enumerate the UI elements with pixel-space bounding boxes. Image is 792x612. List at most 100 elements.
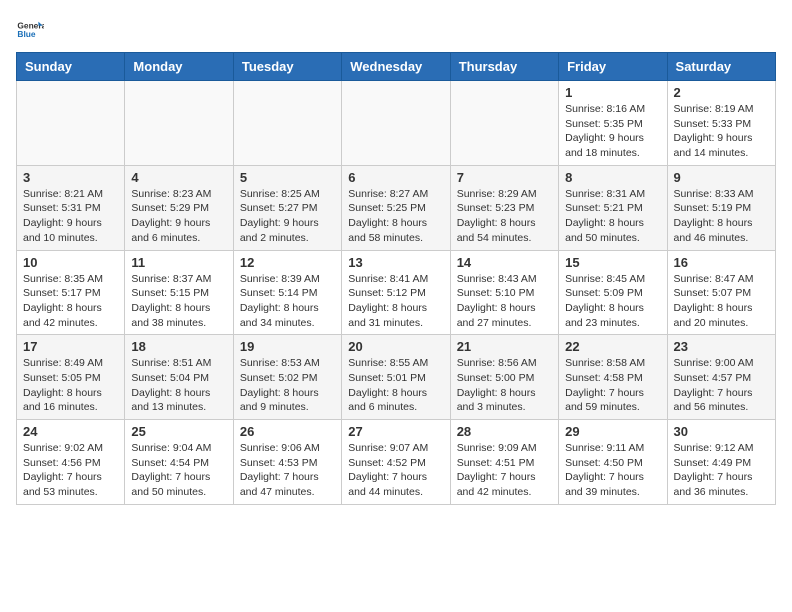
calendar-cell: 23Sunrise: 9:00 AM Sunset: 4:57 PM Dayli… <box>667 335 775 420</box>
calendar-table: SundayMondayTuesdayWednesdayThursdayFrid… <box>16 52 776 505</box>
day-info: Sunrise: 9:12 AM Sunset: 4:49 PM Dayligh… <box>674 441 769 500</box>
day-header-sunday: Sunday <box>17 53 125 81</box>
calendar-week-row: 10 Sunrise: 8:35 AM Sunset: 5:17 PM Dayli… <box>17 250 776 335</box>
calendar-cell: 8Sunrise: 8:31 AM Sunset: 5:21 PM Daylig… <box>559 165 667 250</box>
calendar-cell: 24 Sunrise: 9:02 AM Sunset: 4:56 PM Dayli… <box>17 420 125 505</box>
day-info: Sunrise: 8:31 AM Sunset: 5:21 PM Dayligh… <box>565 187 660 246</box>
day-info: Sunrise: 8:19 AM Sunset: 5:33 PM Dayligh… <box>674 102 769 161</box>
day-number: 5 <box>240 170 335 185</box>
day-info: Sunrise: 8:47 AM Sunset: 5:07 PM Dayligh… <box>674 272 769 331</box>
day-number: 19 <box>240 339 335 354</box>
calendar-cell: 17Sunrise: 8:49 AM Sunset: 5:05 PM Dayli… <box>17 335 125 420</box>
day-info: Sunrise: 8:53 AM Sunset: 5:02 PM Dayligh… <box>240 356 335 415</box>
calendar-cell: 4 Sunrise: 8:23 AM Sunset: 5:29 PM Daylig… <box>125 165 233 250</box>
day-number: 15 <box>565 255 660 270</box>
calendar-week-row: 1 Sunrise: 8:16 AM Sunset: 5:35 PM Daylig… <box>17 81 776 166</box>
calendar-cell: 3 Sunrise: 8:21 AM Sunset: 5:31 PM Daylig… <box>17 165 125 250</box>
day-info: Sunrise: 8:23 AM Sunset: 5:29 PM Dayligh… <box>131 187 226 246</box>
day-info: Sunrise: 8:33 AM Sunset: 5:19 PM Dayligh… <box>674 187 769 246</box>
day-info: Sunrise: 8:39 AM Sunset: 5:14 PM Dayligh… <box>240 272 335 331</box>
day-info: Sunrise: 8:55 AM Sunset: 5:01 PM Dayligh… <box>348 356 443 415</box>
day-number: 21 <box>457 339 552 354</box>
day-info: Sunrise: 8:43 AM Sunset: 5:10 PM Dayligh… <box>457 272 552 331</box>
day-number: 10 <box>23 255 118 270</box>
day-number: 24 <box>23 424 118 439</box>
calendar-cell <box>233 81 341 166</box>
calendar-cell: 5 Sunrise: 8:25 AM Sunset: 5:27 PM Daylig… <box>233 165 341 250</box>
day-header-saturday: Saturday <box>667 53 775 81</box>
day-number: 20 <box>348 339 443 354</box>
calendar-cell: 27 Sunrise: 9:07 AM Sunset: 4:52 PM Dayli… <box>342 420 450 505</box>
day-info: Sunrise: 8:41 AM Sunset: 5:12 PM Dayligh… <box>348 272 443 331</box>
calendar-cell <box>17 81 125 166</box>
day-info: Sunrise: 9:09 AM Sunset: 4:51 PM Dayligh… <box>457 441 552 500</box>
calendar-cell: 12 Sunrise: 8:39 AM Sunset: 5:14 PM Dayli… <box>233 250 341 335</box>
day-number: 22 <box>565 339 660 354</box>
svg-text:Blue: Blue <box>17 29 35 39</box>
day-number: 4 <box>131 170 226 185</box>
calendar-week-row: 3 Sunrise: 8:21 AM Sunset: 5:31 PM Daylig… <box>17 165 776 250</box>
calendar-cell: 20 Sunrise: 8:55 AM Sunset: 5:01 PM Dayli… <box>342 335 450 420</box>
day-number: 28 <box>457 424 552 439</box>
calendar-cell: 9 Sunrise: 8:33 AM Sunset: 5:19 PM Daylig… <box>667 165 775 250</box>
calendar-header-row: SundayMondayTuesdayWednesdayThursdayFrid… <box>17 53 776 81</box>
day-info: Sunrise: 9:04 AM Sunset: 4:54 PM Dayligh… <box>131 441 226 500</box>
calendar-cell: 25 Sunrise: 9:04 AM Sunset: 4:54 PM Dayli… <box>125 420 233 505</box>
day-info: Sunrise: 8:58 AM Sunset: 4:58 PM Dayligh… <box>565 356 660 415</box>
day-number: 26 <box>240 424 335 439</box>
day-info: Sunrise: 8:45 AM Sunset: 5:09 PM Dayligh… <box>565 272 660 331</box>
header: General Blue <box>16 16 776 44</box>
day-info: Sunrise: 8:29 AM Sunset: 5:23 PM Dayligh… <box>457 187 552 246</box>
day-number: 25 <box>131 424 226 439</box>
day-number: 3 <box>23 170 118 185</box>
calendar-cell: 14Sunrise: 8:43 AM Sunset: 5:10 PM Dayli… <box>450 250 558 335</box>
day-info: Sunrise: 8:25 AM Sunset: 5:27 PM Dayligh… <box>240 187 335 246</box>
day-header-tuesday: Tuesday <box>233 53 341 81</box>
calendar-cell: 16 Sunrise: 8:47 AM Sunset: 5:07 PM Dayli… <box>667 250 775 335</box>
day-info: Sunrise: 9:07 AM Sunset: 4:52 PM Dayligh… <box>348 441 443 500</box>
calendar-cell: 7Sunrise: 8:29 AM Sunset: 5:23 PM Daylig… <box>450 165 558 250</box>
day-info: Sunrise: 9:11 AM Sunset: 4:50 PM Dayligh… <box>565 441 660 500</box>
day-number: 23 <box>674 339 769 354</box>
day-number: 11 <box>131 255 226 270</box>
day-header-friday: Friday <box>559 53 667 81</box>
calendar-cell: 22 Sunrise: 8:58 AM Sunset: 4:58 PM Dayli… <box>559 335 667 420</box>
day-number: 18 <box>131 339 226 354</box>
day-number: 16 <box>674 255 769 270</box>
day-number: 6 <box>348 170 443 185</box>
calendar-cell: 21 Sunrise: 8:56 AM Sunset: 5:00 PM Dayli… <box>450 335 558 420</box>
calendar-cell: 19 Sunrise: 8:53 AM Sunset: 5:02 PM Dayli… <box>233 335 341 420</box>
day-number: 9 <box>674 170 769 185</box>
day-info: Sunrise: 9:06 AM Sunset: 4:53 PM Dayligh… <box>240 441 335 500</box>
calendar-cell <box>125 81 233 166</box>
calendar-cell: 1 Sunrise: 8:16 AM Sunset: 5:35 PM Daylig… <box>559 81 667 166</box>
calendar-cell: 11 Sunrise: 8:37 AM Sunset: 5:15 PM Dayli… <box>125 250 233 335</box>
day-info: Sunrise: 8:37 AM Sunset: 5:15 PM Dayligh… <box>131 272 226 331</box>
calendar-cell: 18 Sunrise: 8:51 AM Sunset: 5:04 PM Dayli… <box>125 335 233 420</box>
calendar-cell: 10 Sunrise: 8:35 AM Sunset: 5:17 PM Dayli… <box>17 250 125 335</box>
day-number: 12 <box>240 255 335 270</box>
day-header-monday: Monday <box>125 53 233 81</box>
day-number: 13 <box>348 255 443 270</box>
day-header-wednesday: Wednesday <box>342 53 450 81</box>
calendar-week-row: 24 Sunrise: 9:02 AM Sunset: 4:56 PM Dayli… <box>17 420 776 505</box>
logo: General Blue <box>16 16 44 44</box>
calendar-cell: 26 Sunrise: 9:06 AM Sunset: 4:53 PM Dayli… <box>233 420 341 505</box>
day-number: 29 <box>565 424 660 439</box>
day-number: 2 <box>674 85 769 100</box>
day-info: Sunrise: 8:35 AM Sunset: 5:17 PM Dayligh… <box>23 272 118 331</box>
day-number: 1 <box>565 85 660 100</box>
day-info: Sunrise: 8:51 AM Sunset: 5:04 PM Dayligh… <box>131 356 226 415</box>
calendar-cell: 13 Sunrise: 8:41 AM Sunset: 5:12 PM Dayli… <box>342 250 450 335</box>
day-info: Sunrise: 8:21 AM Sunset: 5:31 PM Dayligh… <box>23 187 118 246</box>
day-info: Sunrise: 8:49 AM Sunset: 5:05 PM Dayligh… <box>23 356 118 415</box>
calendar-week-row: 17Sunrise: 8:49 AM Sunset: 5:05 PM Dayli… <box>17 335 776 420</box>
day-info: Sunrise: 9:02 AM Sunset: 4:56 PM Dayligh… <box>23 441 118 500</box>
day-header-thursday: Thursday <box>450 53 558 81</box>
calendar-cell: 30Sunrise: 9:12 AM Sunset: 4:49 PM Dayli… <box>667 420 775 505</box>
day-info: Sunrise: 8:56 AM Sunset: 5:00 PM Dayligh… <box>457 356 552 415</box>
logo-icon: General Blue <box>16 16 44 44</box>
day-info: Sunrise: 8:16 AM Sunset: 5:35 PM Dayligh… <box>565 102 660 161</box>
calendar-cell: 2 Sunrise: 8:19 AM Sunset: 5:33 PM Daylig… <box>667 81 775 166</box>
day-number: 27 <box>348 424 443 439</box>
